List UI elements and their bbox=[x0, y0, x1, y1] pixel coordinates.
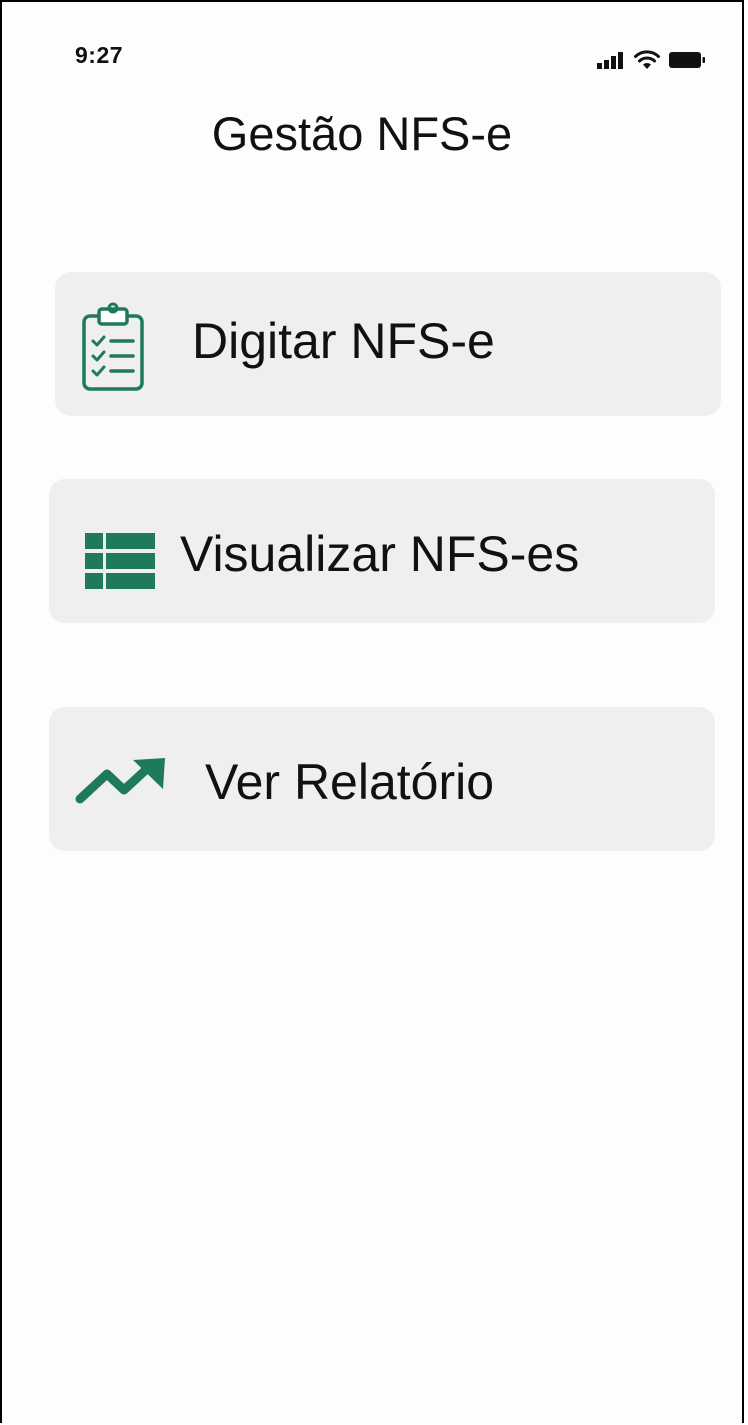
table-list-icon bbox=[85, 533, 155, 589]
digitar-nfse-button[interactable]: Digitar NFS-e bbox=[55, 272, 721, 416]
phone-screen: 9:27 Gestão NFS-e Digitar NFS-e Visualiz… bbox=[0, 0, 744, 1423]
status-bar: 9:27 bbox=[2, 2, 742, 122]
digitar-nfse-label: Digitar NFS-e bbox=[192, 313, 495, 369]
ver-relatorio-button[interactable]: Ver Relatório bbox=[49, 707, 715, 851]
page-title: Gestão NFS-e bbox=[211, 107, 513, 160]
battery-icon bbox=[669, 52, 705, 68]
visualizar-nfses-button[interactable]: Visualizar NFS-es bbox=[49, 479, 715, 623]
status-icons bbox=[596, 50, 706, 70]
trending-up-icon bbox=[75, 758, 165, 804]
ver-relatorio-label: Ver Relatório bbox=[205, 754, 495, 810]
wifi-icon bbox=[634, 50, 660, 69]
status-time: 9:27 bbox=[75, 42, 124, 68]
visualizar-nfses-label: Visualizar NFS-es bbox=[180, 526, 580, 582]
signal-icon bbox=[597, 52, 623, 69]
clipboard-checklist-icon bbox=[82, 302, 144, 391]
